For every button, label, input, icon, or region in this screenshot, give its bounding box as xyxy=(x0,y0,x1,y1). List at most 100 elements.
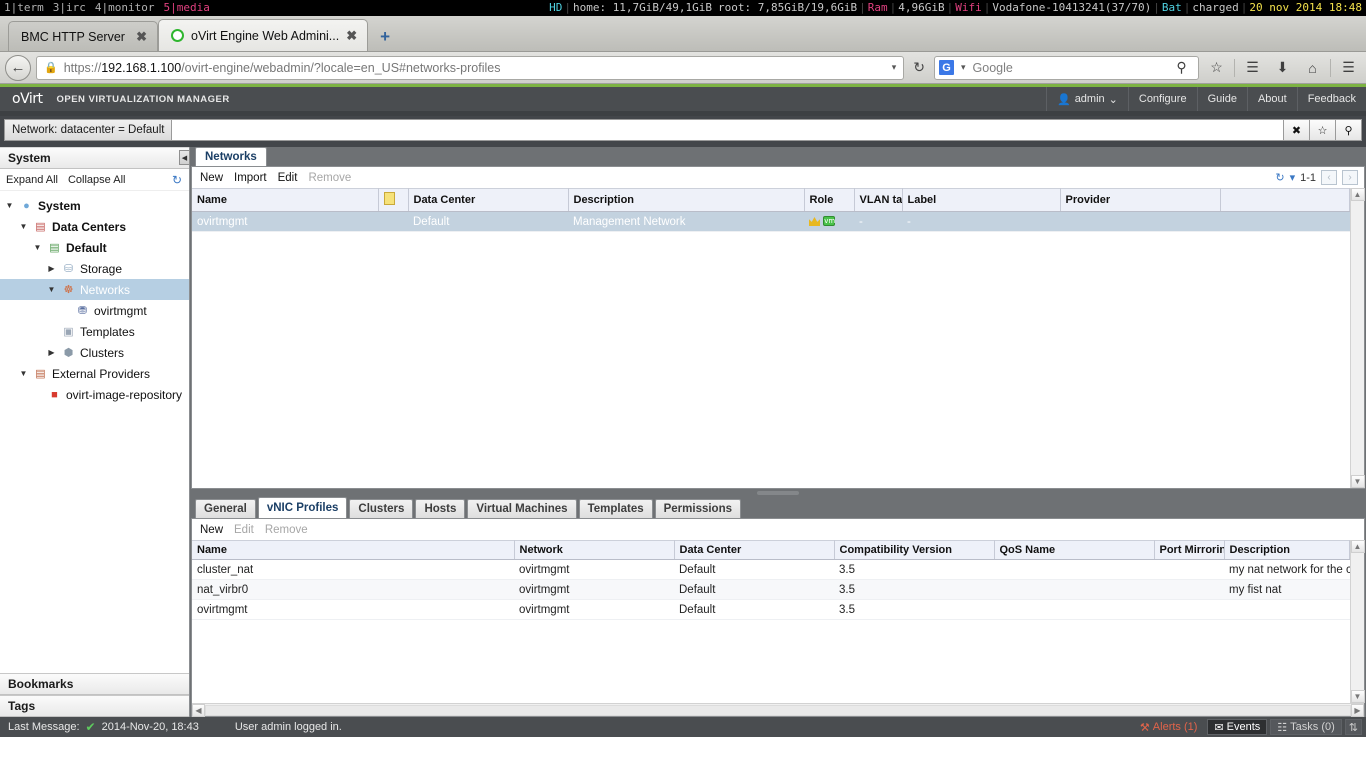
column-network[interactable]: Network xyxy=(514,540,675,560)
expand-triangle-icon[interactable]: ▶ xyxy=(46,264,57,273)
home-icon[interactable]: ⌂ xyxy=(1300,55,1325,81)
scroll-down-icon[interactable]: ▼ xyxy=(1350,690,1365,703)
scroll-up-icon[interactable]: ▲ xyxy=(1350,188,1365,201)
scroll-left-icon[interactable]: ◀ xyxy=(192,703,205,717)
vnic-vertical-scrollbar[interactable]: ▲ ▼ xyxy=(1350,540,1365,703)
collapse-triangle-icon[interactable]: ▼ xyxy=(32,243,43,252)
tab-hosts[interactable]: Hosts xyxy=(415,499,466,518)
import-network-button[interactable]: Import xyxy=(234,172,267,184)
download-icon[interactable]: ⬇ xyxy=(1270,55,1295,81)
scroll-down-icon[interactable]: ▼ xyxy=(1350,475,1365,488)
refresh-grid-icon[interactable]: ↻ xyxy=(1275,171,1284,184)
chevron-down-icon[interactable]: ▾ xyxy=(889,62,900,73)
column-port-mirroring[interactable]: Port Mirroring xyxy=(1154,540,1225,560)
column-role[interactable]: Role xyxy=(804,188,855,212)
tab-networks[interactable]: Networks xyxy=(195,147,267,166)
tab-permissions[interactable]: Permissions xyxy=(654,499,742,518)
header-link-about[interactable]: About xyxy=(1246,87,1297,111)
sidebar-system-header[interactable]: System xyxy=(0,147,189,169)
tree-node-ovirt-image-repository[interactable]: ■ ovirt-image-repository xyxy=(0,384,189,405)
tree-node-system[interactable]: ▼ ● System xyxy=(0,195,189,216)
run-search-button[interactable]: ⚲ xyxy=(1336,119,1362,141)
alerts-button[interactable]: ⚒ Alerts (1) xyxy=(1133,719,1205,735)
tree-node-templates[interactable]: ▣ Templates xyxy=(0,321,189,342)
tasks-button[interactable]: ☷ Tasks (0) xyxy=(1270,719,1342,735)
header-link-feedback[interactable]: Feedback xyxy=(1296,87,1366,111)
refresh-tree-icon[interactable]: ↻ xyxy=(172,173,182,187)
hscroll-track[interactable] xyxy=(205,704,1351,716)
tree-node-default[interactable]: ▼ ▤ Default xyxy=(0,237,189,258)
collapse-triangle-icon[interactable]: ▼ xyxy=(46,285,57,294)
sidebar-tags-header[interactable]: Tags xyxy=(0,695,189,717)
column-label[interactable]: Label xyxy=(902,188,1061,212)
column-provider[interactable]: Provider xyxy=(1060,188,1221,212)
panel-splitter[interactable] xyxy=(190,489,1366,497)
header-link-configure[interactable]: Configure xyxy=(1127,87,1197,111)
collapse-triangle-icon[interactable]: ▼ xyxy=(18,222,29,231)
workspace-tag-5[interactable]: 5|media xyxy=(163,0,209,16)
new-tab-button[interactable]: + xyxy=(370,23,400,51)
collapse-triangle-icon[interactable]: ▼ xyxy=(4,201,15,210)
browser-tab-bmc[interactable]: BMC HTTP Server ✖ xyxy=(8,21,158,51)
tree-node-ovirtmgmt[interactable]: ⛃ ovirtmgmt xyxy=(0,300,189,321)
column-vlan-tag[interactable]: VLAN tag xyxy=(854,188,903,212)
column-qos-name[interactable]: QoS Name xyxy=(994,540,1155,560)
collapse-triangle-icon[interactable]: ▼ xyxy=(18,369,29,378)
expand-all-button[interactable]: Expand All xyxy=(6,174,58,186)
table-row[interactable]: ovirtmgmt Default Management Network vm … xyxy=(192,211,1350,232)
column-description[interactable]: Description xyxy=(1224,540,1350,560)
workspace-tag-1[interactable]: 1|term xyxy=(4,0,44,16)
clear-search-button[interactable]: ✖ xyxy=(1284,119,1310,141)
search-input[interactable] xyxy=(171,119,1284,141)
bookmark-search-button[interactable]: ☆ xyxy=(1310,119,1336,141)
chevron-down-icon[interactable]: ▾ xyxy=(1290,171,1296,184)
search-icon[interactable]: ⚲ xyxy=(1169,55,1194,81)
column-description[interactable]: Description xyxy=(568,188,805,212)
chevron-down-icon[interactable]: ▾ xyxy=(958,62,969,73)
scroll-right-icon[interactable]: ▶ xyxy=(1351,703,1364,717)
column-name[interactable]: Name xyxy=(192,188,379,212)
reader-list-icon[interactable]: ☰ xyxy=(1240,55,1265,81)
tree-node-networks[interactable]: ▼ ☸ Networks xyxy=(0,279,189,300)
networks-vertical-scrollbar[interactable]: ▲ ▼ xyxy=(1350,188,1365,488)
workspace-tag-3[interactable]: 3|irc xyxy=(53,0,86,16)
tree-node-external-providers[interactable]: ▼ ▤ External Providers xyxy=(0,363,189,384)
expand-status-button[interactable]: ⇅ xyxy=(1344,719,1362,735)
column-flag-icon[interactable] xyxy=(378,188,409,212)
bookmark-star-icon[interactable]: ☆ xyxy=(1204,55,1229,81)
tab-general[interactable]: General xyxy=(195,499,256,518)
column-name[interactable]: Name xyxy=(192,540,515,560)
sidebar-collapse-button[interactable]: ◀ xyxy=(179,150,190,165)
vnic-horizontal-scrollbar[interactable]: ◀ ▶ xyxy=(192,703,1364,717)
google-icon[interactable]: G xyxy=(939,60,954,75)
tab-vnic-profiles[interactable]: vNIC Profiles xyxy=(257,497,348,518)
edit-network-button[interactable]: Edit xyxy=(278,172,298,184)
close-icon[interactable]: ✖ xyxy=(136,30,147,43)
back-button[interactable]: ← xyxy=(5,54,31,81)
browser-search-input[interactable]: Google xyxy=(973,61,1165,75)
reload-button[interactable]: ↻ xyxy=(909,59,929,76)
table-row[interactable]: cluster_nat ovirtmgmt Default 3.5 my nat net… xyxy=(192,559,1350,580)
scroll-up-icon[interactable]: ▲ xyxy=(1350,540,1365,553)
tree-node-clusters[interactable]: ▶ ⬢ Clusters xyxy=(0,342,189,363)
ovirt-logo[interactable]: oVirt xyxy=(12,91,43,107)
new-vnic-profile-button[interactable]: New xyxy=(200,524,223,536)
collapse-all-button[interactable]: Collapse All xyxy=(68,174,125,186)
new-network-button[interactable]: New xyxy=(200,172,223,184)
url-bar[interactable]: 🔒 https://192.168.1.100/ovirt-engine/web… xyxy=(36,55,905,80)
tree-node-data-centers[interactable]: ▼ ▤ Data Centers xyxy=(0,216,189,237)
sidebar-bookmarks-header[interactable]: Bookmarks xyxy=(0,673,189,695)
table-row[interactable]: nat_virbr0 ovirtmgmt Default 3.5 my fist nat xyxy=(192,579,1350,600)
expand-triangle-icon[interactable]: ▶ xyxy=(46,348,57,357)
column-data-center[interactable]: Data Center xyxy=(674,540,835,560)
tree-node-storage[interactable]: ▶ ⛁ Storage xyxy=(0,258,189,279)
tab-virtual-machines[interactable]: Virtual Machines xyxy=(467,499,577,518)
workspace-tag-4[interactable]: 4|monitor xyxy=(95,0,155,16)
browser-tab-ovirt[interactable]: oVirt Engine Web Admini... ✖ xyxy=(158,19,369,51)
column-data-center[interactable]: Data Center xyxy=(408,188,569,212)
splitter-grip[interactable] xyxy=(757,491,799,495)
user-menu-admin[interactable]: 👤 admin ⌄ xyxy=(1045,87,1128,111)
tab-templates[interactable]: Templates xyxy=(578,499,653,518)
browser-search-bar[interactable]: G ▾ Google ⚲ xyxy=(934,55,1199,81)
header-link-guide[interactable]: Guide xyxy=(1196,87,1247,111)
